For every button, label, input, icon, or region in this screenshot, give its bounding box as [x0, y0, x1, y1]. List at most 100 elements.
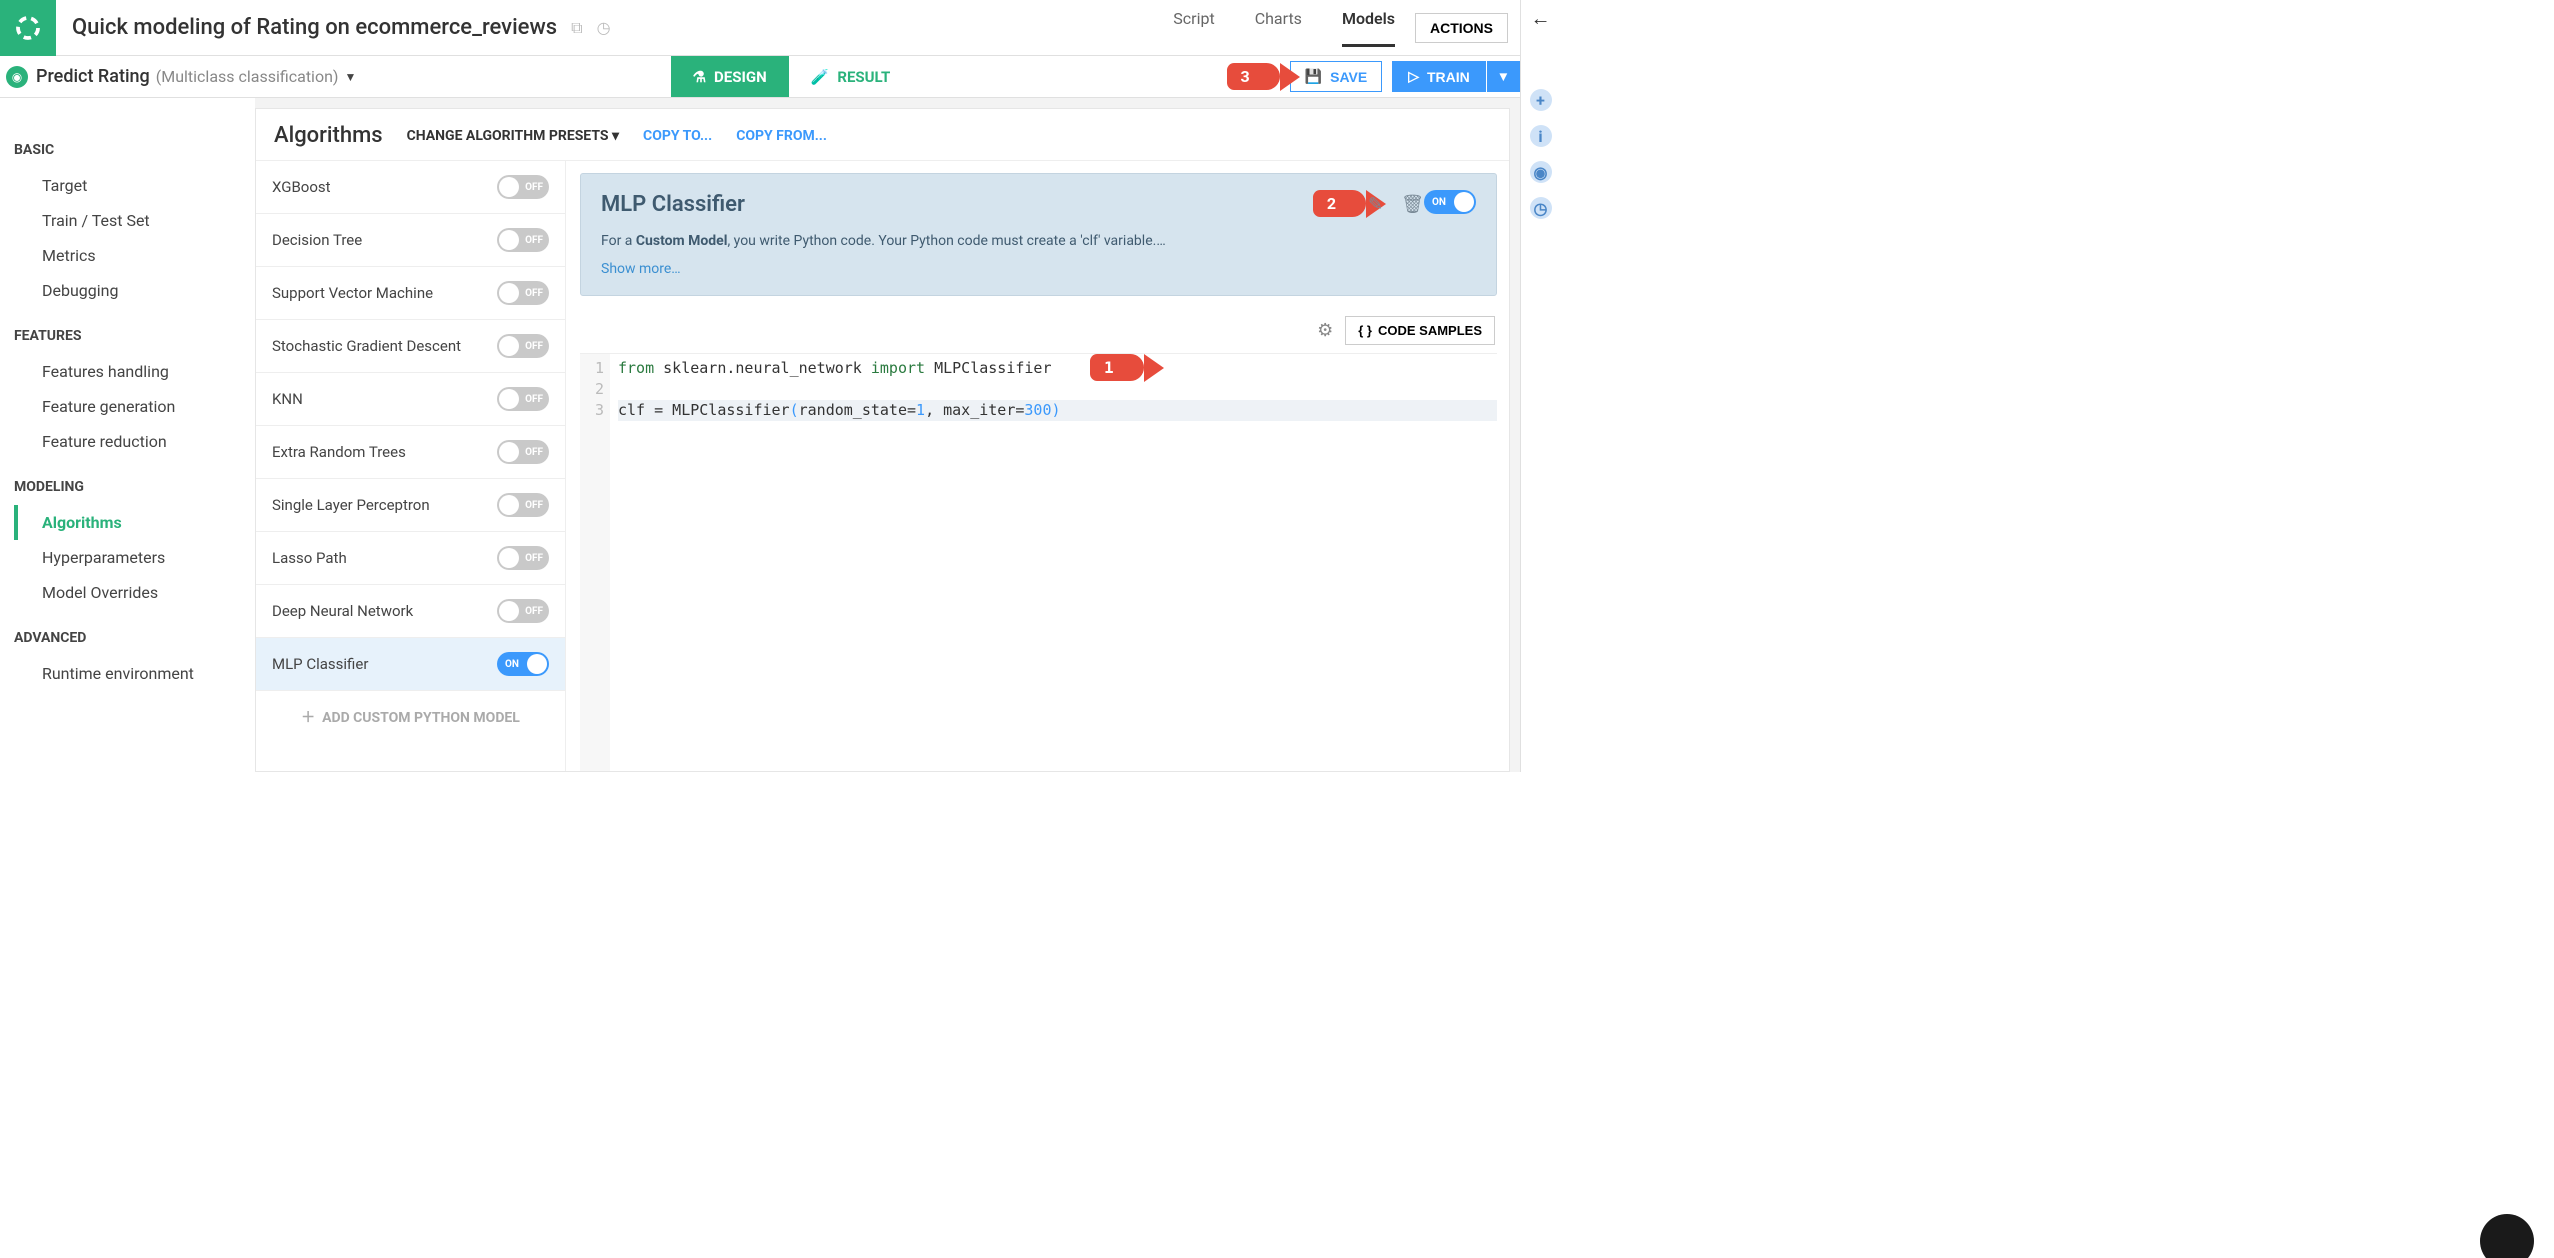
predict-subtitle: (Multiclass classification) — [156, 67, 339, 86]
algo-row-extra-random-trees[interactable]: Extra Random TreesOFF — [256, 426, 565, 479]
algo-name: Lasso Path — [272, 549, 347, 567]
right-rail: ← + i ◉ ◷ — [1520, 0, 1560, 772]
code-content[interactable]: from sklearn.neural_network import MLPCl… — [610, 354, 1497, 771]
algo-toggle[interactable]: OFF — [497, 334, 549, 358]
panel-header: Algorithms CHANGE ALGORITHM PRESETS ▾ CO… — [256, 109, 1509, 152]
sidebar-item-metrics[interactable]: Metrics — [14, 238, 255, 273]
algo-toggle[interactable]: OFF — [497, 228, 549, 252]
info-icon[interactable]: i — [1530, 125, 1552, 147]
algo-toggle[interactable]: OFF — [497, 175, 549, 199]
line-gutter: 1 2 3 — [580, 354, 610, 771]
algo-toggle[interactable]: OFF — [497, 493, 549, 517]
callout-2: 2 — [1313, 190, 1366, 217]
save-label: SAVE — [1330, 69, 1367, 85]
section-advanced: ADVANCED — [14, 630, 255, 646]
train-label: TRAIN — [1427, 69, 1470, 85]
trash-icon[interactable]: 🗑 — [1401, 194, 1424, 215]
app-logo[interactable] — [0, 0, 56, 56]
detail-description: For a Custom Model, you write Python cod… — [601, 233, 1476, 249]
callout-1: 1 — [1090, 354, 1144, 381]
algorithm-detail-header: MLP Classifier 2 ✎ 🗑 ON — [580, 173, 1497, 296]
nav-models[interactable]: Models — [1342, 9, 1395, 47]
sidebar-item-feature-generation[interactable]: Feature generation — [14, 389, 255, 424]
algo-toggle[interactable]: ON — [497, 652, 549, 676]
algo-toggle[interactable]: OFF — [497, 546, 549, 570]
algo-row-decision-tree[interactable]: Decision TreeOFF — [256, 214, 565, 267]
detail-toggle[interactable]: ON — [1424, 190, 1476, 214]
left-sidebar: BASIC Target Train / Test Set Metrics De… — [0, 98, 255, 772]
save-icon: 💾 — [1305, 68, 1322, 85]
algo-toggle[interactable]: OFF — [497, 387, 549, 411]
tab-design-label: DESIGN — [714, 68, 767, 86]
sidebar-item-hyperparameters[interactable]: Hyperparameters — [14, 540, 255, 575]
code-editor[interactable]: 1 2 3 from sklearn.neural_network import… — [580, 353, 1497, 771]
sidebar-item-target[interactable]: Target — [14, 168, 255, 203]
algo-name: Single Layer Perceptron — [272, 496, 430, 514]
train-dropdown[interactable]: ▼ — [1487, 61, 1520, 92]
nav-script[interactable]: Script — [1173, 9, 1214, 47]
train-button[interactable]: ▷ TRAIN — [1392, 61, 1486, 92]
algo-toggle[interactable]: OFF — [497, 281, 549, 305]
add-icon[interactable]: + — [1530, 89, 1552, 111]
code-samples-button[interactable]: { } CODE SAMPLES — [1345, 316, 1495, 345]
section-modeling: MODELING — [14, 479, 255, 495]
page-title: Quick modeling of Rating on ecommerce_re… — [72, 15, 557, 40]
sidebar-item-feature-reduction[interactable]: Feature reduction — [14, 424, 255, 459]
settings-icon[interactable]: ⚙ — [1317, 320, 1333, 341]
algo-row-mlp-classifier[interactable]: MLP ClassifierON — [256, 638, 565, 691]
show-more-link[interactable]: Show more… — [601, 261, 681, 277]
change-presets-button[interactable]: CHANGE ALGORITHM PRESETS ▾ — [407, 128, 619, 144]
actions-button[interactable]: ACTIONS — [1415, 13, 1508, 43]
chat-icon[interactable]: ◉ — [1530, 161, 1552, 183]
history-icon[interactable]: ◷ — [1530, 197, 1552, 219]
tab-design[interactable]: ⚗ DESIGN — [671, 56, 789, 97]
tab-result-label: RESULT — [837, 68, 890, 86]
algo-name: XGBoost — [272, 178, 331, 196]
toggle-on-label: ON — [1432, 197, 1446, 208]
algo-row-knn[interactable]: KNN OFF — [256, 373, 565, 426]
algo-row-single-layer-perceptron[interactable]: Single Layer Perceptron OFF — [256, 479, 565, 532]
back-arrow-icon[interactable]: ← — [1531, 6, 1551, 31]
sidebar-item-algorithms[interactable]: Algorithms — [14, 505, 255, 540]
code-samples-label: CODE SAMPLES — [1378, 323, 1482, 338]
algo-row-lasso-path[interactable]: Lasso Path OFF — [256, 532, 565, 585]
algo-name: Support Vector Machine — [272, 284, 433, 302]
sidebar-item-train-test[interactable]: Train / Test Set — [14, 203, 255, 238]
predict-badge-icon: ◉ — [6, 66, 28, 88]
play-icon: ▷ — [1408, 68, 1419, 85]
nav-charts[interactable]: Charts — [1255, 9, 1302, 47]
braces-icon: { } — [1358, 323, 1372, 338]
chat-launcher[interactable] — [2480, 1214, 2534, 1258]
algo-row-support-vector-machine[interactable]: Support Vector Machine OFF — [256, 267, 565, 320]
algo-name: Stochastic Gradient Descent — [272, 337, 461, 355]
sidebar-item-runtime-env[interactable]: Runtime environment — [14, 656, 255, 691]
algo-name: KNN — [272, 390, 303, 408]
algo-toggle[interactable]: OFF — [497, 440, 549, 464]
predict-dropdown-icon[interactable]: ▼ — [344, 70, 356, 84]
section-basic: BASIC — [14, 142, 255, 158]
sub-bar: ◉ Predict Rating (Multiclass classificat… — [0, 56, 1520, 98]
algo-row-deep-neural-network[interactable]: Deep Neural Network OFF — [256, 585, 565, 638]
sidebar-item-features-handling[interactable]: Features handling — [14, 354, 255, 389]
copy-icon[interactable]: ⧉ — [571, 18, 582, 38]
top-bar: Quick modeling of Rating on ecommerce_re… — [0, 0, 1520, 56]
tab-result[interactable]: 🧪 RESULT — [789, 56, 913, 97]
algo-row-stochastic-gradient-descent[interactable]: Stochastic Gradient Descent OFF — [256, 320, 565, 373]
clock-icon[interactable]: ◷ — [597, 18, 611, 38]
sidebar-item-debugging[interactable]: Debugging — [14, 273, 255, 308]
copy-from-button[interactable]: COPY FROM... — [736, 128, 827, 144]
algo-toggle[interactable]: OFF — [497, 599, 549, 623]
callout-3: 3 — [1227, 63, 1280, 90]
plus-icon: ＋ — [301, 710, 315, 726]
add-custom-model-button[interactable]: ＋ ADD CUSTOM PYTHON MODEL — [256, 691, 565, 743]
check-flask-icon: 🧪 — [811, 68, 830, 86]
save-button[interactable]: 💾 SAVE — [1290, 61, 1383, 92]
sidebar-item-model-overrides[interactable]: Model Overrides — [14, 575, 255, 610]
copy-to-button[interactable]: COPY TO... — [643, 128, 712, 144]
edit-icon[interactable]: ✎ — [1368, 194, 1383, 215]
predict-title: Predict Rating — [36, 66, 150, 87]
algo-row-xgboost[interactable]: XGBoost OFF — [256, 161, 565, 214]
algorithm-list: XGBoostOFFDecision TreeOFFSupport Vector… — [256, 161, 566, 771]
flask-icon: ⚗ — [693, 68, 706, 86]
algo-name: Deep Neural Network — [272, 602, 413, 620]
